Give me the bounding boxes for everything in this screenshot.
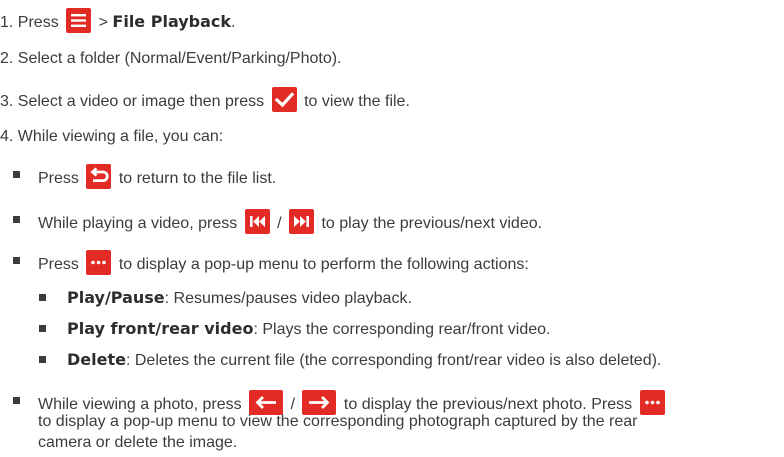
play-front-rear-label: Play front/rear video xyxy=(67,319,254,338)
bullet-1-text-b: to return to the file list. xyxy=(118,170,277,187)
bullet-marker xyxy=(13,397,20,404)
bullet-skip: While playing a video, press / to play t… xyxy=(38,209,542,235)
bullet-3-text-a: Press xyxy=(38,256,79,273)
delete-text: : Deletes the current file (the correspo… xyxy=(125,352,662,369)
bullet-2-text-a: While playing a video, press xyxy=(38,215,238,232)
play-pause-label: Play/Pause xyxy=(67,288,165,307)
play-front-rear-text: : Plays the corresponding rear/front vid… xyxy=(253,321,551,338)
sub-play-pause: Play/Pause: Resumes/pauses video playbac… xyxy=(67,287,412,310)
play-pause-text: : Resumes/pauses video playback. xyxy=(164,290,412,307)
bullet-marker xyxy=(13,171,20,178)
step-2: 2. Select a folder (Normal/Event/Parking… xyxy=(0,50,342,67)
step-1-press: Press xyxy=(17,14,59,31)
bullet-1-text-a: Press xyxy=(38,170,79,187)
bullet-2-text-b: to play the previous/next video. xyxy=(321,215,543,232)
sub-bullet-marker xyxy=(39,294,46,301)
skip-previous-icon xyxy=(244,209,270,234)
bullet-return: Press to return to the file list. xyxy=(38,164,276,190)
bullet-popup: Press to display a pop-up menu to perfor… xyxy=(38,250,529,276)
bullet-marker xyxy=(13,257,20,264)
bullet-photo-line-3: camera or delete the image. xyxy=(38,434,238,451)
bullet-photo-line-2: to display a pop-up menu to view the cor… xyxy=(38,413,638,430)
step-3-text-b: to view the file. xyxy=(304,93,410,110)
bullet-2-sep: / xyxy=(277,215,282,232)
step-3: 3. Select a video or image then press to… xyxy=(0,87,410,113)
sub-play-front-rear: Play front/rear video: Plays the corresp… xyxy=(67,318,551,341)
step-4: 4. While viewing a file, you can: xyxy=(0,128,224,145)
bullet-3-text-b: to display a pop-up menu to perform the … xyxy=(118,256,529,273)
step-1-arrow: > xyxy=(98,14,108,31)
step-1-period: . xyxy=(231,14,236,31)
step-1: 1. Press > File Playback. xyxy=(0,8,236,34)
more-options-icon xyxy=(639,390,665,415)
file-playback-label: File Playback xyxy=(112,12,232,31)
return-icon xyxy=(86,164,112,189)
more-options-icon xyxy=(86,250,112,275)
step-3-text-a: 3. Select a video or image then press xyxy=(0,93,265,110)
sub-bullet-marker xyxy=(39,325,46,332)
sub-delete: Delete: Deletes the current file (the co… xyxy=(67,349,661,372)
delete-label: Delete xyxy=(67,350,126,369)
step-1-number: 1. xyxy=(0,14,14,31)
sub-bullet-marker xyxy=(39,356,46,363)
checkmark-icon xyxy=(271,87,297,112)
skip-next-icon xyxy=(289,209,315,234)
bullet-marker xyxy=(13,216,20,223)
menu-icon xyxy=(66,8,92,33)
